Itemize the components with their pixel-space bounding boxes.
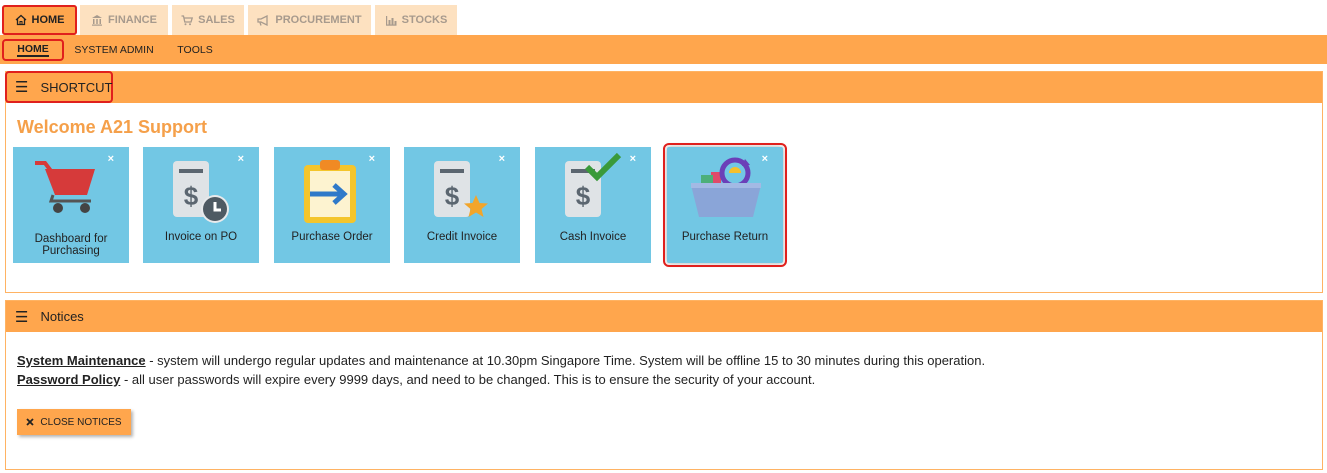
subnav-tools-label: TOOLS [177,44,213,56]
svg-text:$: $ [184,181,199,211]
shortcut-panel: ☰ SHORTCUT Welcome A21 Support × Dashboa… [5,71,1323,293]
top-tab-bar: HOME FINANCE SALES PROCUREMENT STOCKS [0,0,1327,35]
hamburger-icon: ☰ [15,79,29,96]
notice-item: System Maintenance - system will undergo… [17,351,985,370]
svg-text:$: $ [445,181,460,211]
notices-title: Notices [40,309,84,324]
shortcut-panel-header [6,72,1322,103]
tile-cash-invoice[interactable]: $ × Cash Invoice [535,147,651,263]
tile-credit-invoice[interactable]: $ × Credit Invoice [404,147,520,263]
tile-label: Purchase Return [681,231,769,243]
home-icon [15,14,26,26]
tab-procurement[interactable]: PROCUREMENT [248,5,371,35]
tile-close-icon[interactable]: × [238,153,244,165]
tab-home[interactable]: HOME [2,5,77,35]
tab-finance[interactable]: FINANCE [80,5,168,35]
subnav-system-admin[interactable]: SYSTEM ADMIN [68,39,160,61]
tab-home-label: HOME [31,14,65,26]
svg-text:$: $ [576,181,591,211]
notice-heading-link[interactable]: Password Policy [17,372,120,387]
hamburger-icon: ☰ [15,308,29,326]
tab-sales[interactable]: SALES [172,5,244,35]
tab-finance-label: FINANCE [108,14,157,26]
tile-purchase-order[interactable]: × Purchase Order [274,147,390,263]
tile-label: Purchase Order [291,231,373,243]
tile-close-icon[interactable]: × [108,153,114,165]
close-notices-label: CLOSE NOTICES [40,416,122,428]
shortcut-toggle[interactable]: ☰ SHORTCUT [5,71,113,103]
welcome-text: Welcome A21 Support [17,117,208,137]
megaphone-icon [257,14,269,26]
tile-label: Invoice on PO [164,231,238,243]
notice-text: - all user passwords will expire every 9… [120,372,816,387]
subnav-home[interactable]: HOME [2,39,64,61]
notices-panel: ☰ Notices System Maintenance - system wi… [5,300,1323,470]
notice-heading-link[interactable]: System Maintenance [17,353,146,368]
shortcut-title: SHORTCUT [40,79,113,95]
sub-nav-bar: HOME SYSTEM ADMIN TOOLS [0,35,1327,64]
notices-header[interactable]: ☰ Notices [6,301,1322,332]
tile-close-icon[interactable]: × [369,153,375,165]
bank-icon [92,15,103,26]
tile-close-icon[interactable]: × [499,153,505,165]
tab-procurement-label: PROCUREMENT [275,14,362,26]
tab-sales-label: SALES [198,14,235,26]
tile-label: Cash Invoice [559,231,627,243]
notices-body: System Maintenance - system will undergo… [17,351,985,389]
subnav-system-admin-label: SYSTEM ADMIN [74,44,154,56]
tile-label: Credit Invoice [426,231,498,243]
tile-label: Dashboard for Purchasing [34,233,108,257]
tile-purchase-return[interactable]: × Purchase Return [663,143,787,267]
tab-stocks[interactable]: STOCKS [375,5,457,35]
close-icon [26,418,35,426]
tile-dashboard-purchasing[interactable]: × Dashboard for Purchasing [13,147,129,263]
tile-close-icon[interactable]: × [762,153,768,165]
notice-item: Password Policy - all user passwords wil… [17,370,985,389]
subnav-tools[interactable]: TOOLS [168,39,222,61]
tile-invoice-on-po[interactable]: $ × Invoice on PO [143,147,259,263]
notice-text: - system will undergo regular updates an… [145,353,986,368]
bar-chart-icon [385,15,397,26]
close-notices-button[interactable]: CLOSE NOTICES [17,409,131,435]
subnav-home-label: HOME [17,42,49,57]
tab-stocks-label: STOCKS [401,14,448,26]
cart-icon [181,14,194,25]
tile-close-icon[interactable]: × [630,153,636,165]
